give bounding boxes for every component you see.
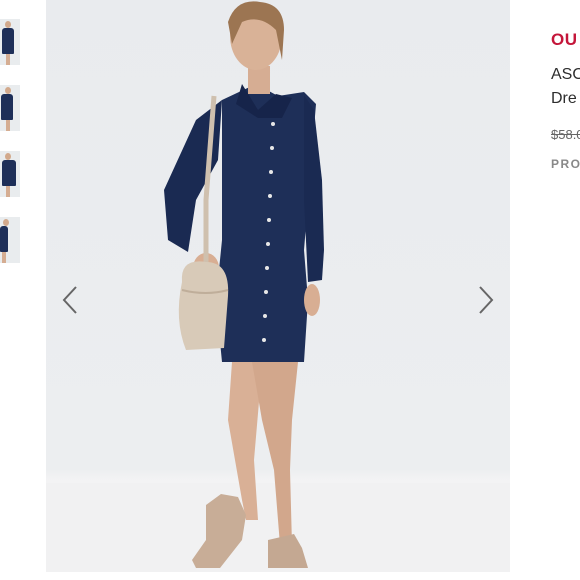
thumbnail-figure-legs: [2, 252, 6, 263]
product-title-line-1: ASO: [551, 66, 580, 83]
previous-image-button[interactable]: [58, 280, 82, 320]
thumbnail-4[interactable]: [0, 217, 20, 263]
product-info-panel: OU ASO Dre $58.0 PRO: [510, 0, 580, 580]
promo-label: PRO: [551, 157, 580, 171]
model-photo: [164, 1, 324, 568]
thumbnail-figure-head: [5, 87, 11, 94]
thumbnail-figure-dress: [0, 226, 8, 252]
thumbnail-2[interactable]: [0, 85, 20, 131]
chevron-right-icon: [479, 286, 494, 314]
thumbnail-figure-dress: [2, 160, 16, 186]
thumbnail-figure-legs: [6, 186, 10, 197]
thumbnail-figure-head: [3, 219, 9, 226]
thumbnail-3[interactable]: [0, 151, 20, 197]
thumbnail-figure-dress: [2, 28, 14, 54]
product-title-line-2: Dre: [551, 90, 577, 107]
thumbnail-1[interactable]: [0, 19, 20, 65]
next-image-button[interactable]: [474, 280, 498, 320]
thumbnail-figure-legs: [6, 120, 10, 131]
thumbnail-figure-dress: [1, 94, 13, 120]
original-price: $58.0: [551, 127, 580, 142]
main-product-image: [46, 0, 510, 572]
thumbnail-figure-head: [5, 153, 11, 160]
thumbnail-strip: [0, 0, 46, 580]
bottom-divider: [0, 572, 580, 580]
brand-name[interactable]: OU: [551, 30, 578, 50]
chevron-left-icon: [62, 286, 77, 314]
thumbnail-figure-head: [5, 21, 11, 28]
thumbnail-figure-legs: [6, 54, 10, 65]
